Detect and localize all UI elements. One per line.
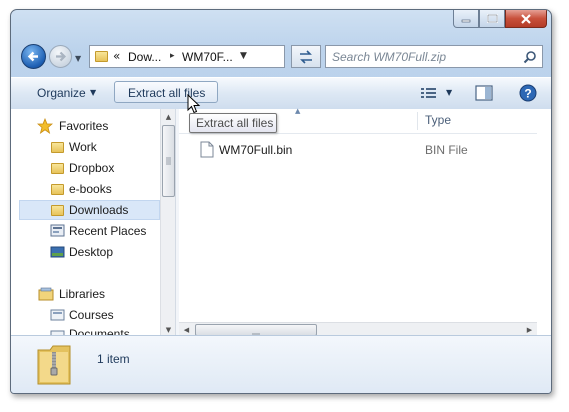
scroll-up-button[interactable]: ▲ xyxy=(161,109,176,124)
scroll-thumb[interactable] xyxy=(162,125,175,197)
navigation-bar: ▼ « Dow... ▸ WM70F... ▼ Search WM70Full.… xyxy=(11,40,551,74)
column-divider[interactable] xyxy=(417,112,418,130)
zip-folder-large-icon xyxy=(37,345,71,385)
view-dropdown-icon[interactable]: ▼ xyxy=(446,88,452,97)
breadcrumb-separator[interactable]: ▸ xyxy=(170,51,175,61)
address-overflow[interactable]: « xyxy=(113,49,120,63)
libraries-icon xyxy=(38,287,54,301)
svg-text:?: ? xyxy=(524,87,531,101)
organize-button[interactable]: Organize xyxy=(37,86,86,100)
address-history-dropdown[interactable]: ▼ xyxy=(240,51,247,61)
search-icon[interactable] xyxy=(523,50,537,64)
navigation-scrollbar[interactable]: ▲ ▼ xyxy=(160,109,176,337)
file-name[interactable]: WM70Full.bin xyxy=(219,143,292,157)
content-area: Favorites Work Dropbox e-books Downloads… xyxy=(11,107,551,338)
extract-all-files-button[interactable]: Extract all files xyxy=(114,81,218,103)
help-icon[interactable]: ? xyxy=(519,84,537,102)
file-list: ▲ Type WM70Full.bin BIN File ◀ ▶ xyxy=(179,107,551,338)
file-icon xyxy=(200,141,214,158)
nav-item-recent-places[interactable]: Recent Places xyxy=(69,224,146,238)
details-pane: 1 item xyxy=(11,335,551,393)
forward-arrow-icon xyxy=(56,51,67,62)
folder-icon xyxy=(51,142,64,153)
tooltip: Extract all files xyxy=(189,113,277,133)
favorites-header[interactable]: Favorites xyxy=(59,119,108,133)
grip-icon xyxy=(166,157,171,165)
navigation-pane: Favorites Work Dropbox e-books Downloads… xyxy=(11,109,176,337)
refresh-button[interactable] xyxy=(291,45,321,68)
search-placeholder: Search WM70Full.zip xyxy=(332,50,447,64)
preview-pane-icon[interactable] xyxy=(475,85,493,101)
folder-icon xyxy=(51,184,64,195)
item-count: 1 item xyxy=(97,352,130,366)
nav-item-downloads[interactable]: Downloads xyxy=(69,203,128,217)
maximize-icon xyxy=(486,14,498,23)
tooltip-text: Extract all files xyxy=(196,116,274,130)
minimize-button[interactable] xyxy=(453,10,479,28)
organize-dropdown-icon: ▼ xyxy=(90,88,97,97)
maximize-button[interactable] xyxy=(479,10,505,28)
nav-item-courses[interactable]: Courses xyxy=(69,308,114,322)
address-bar[interactable]: « Dow... ▸ WM70F... ▼ xyxy=(89,45,285,68)
forward-button[interactable] xyxy=(49,45,72,68)
breadcrumb-downloads[interactable]: Dow... xyxy=(128,50,161,64)
nav-item-e-books[interactable]: e-books xyxy=(69,182,112,196)
recent-places-icon xyxy=(50,224,65,237)
libraries-header[interactable]: Libraries xyxy=(59,287,105,301)
library-icon xyxy=(50,309,65,321)
close-icon xyxy=(521,13,531,24)
breadcrumb-wm70full[interactable]: WM70F... xyxy=(182,50,233,64)
view-options-icon[interactable] xyxy=(420,86,438,100)
file-type: BIN File xyxy=(425,143,468,157)
minimize-icon xyxy=(461,19,471,22)
explorer-window: ▼ « Dow... ▸ WM70F... ▼ Search WM70Full.… xyxy=(10,9,552,394)
nav-item-desktop[interactable]: Desktop xyxy=(69,245,113,259)
mouse-cursor-icon xyxy=(187,94,201,114)
search-box[interactable]: Search WM70Full.zip xyxy=(325,45,543,68)
file-list-right-gutter xyxy=(537,109,551,337)
back-button[interactable] xyxy=(21,44,46,69)
zip-folder-icon xyxy=(95,51,108,62)
nav-item-work[interactable]: Work xyxy=(69,140,97,154)
file-row[interactable]: WM70Full.bin BIN File xyxy=(191,139,521,161)
command-bar: Organize ▼ Extract all files ▼ ? xyxy=(11,77,551,110)
refresh-icon xyxy=(300,49,312,64)
sort-ascending-icon: ▲ xyxy=(295,107,301,115)
downloads-folder-icon xyxy=(51,205,64,216)
folder-icon xyxy=(51,163,64,174)
desktop-icon xyxy=(50,246,65,258)
caption-buttons xyxy=(453,10,547,28)
back-arrow-icon xyxy=(27,51,38,62)
close-button[interactable] xyxy=(505,10,547,28)
star-icon xyxy=(37,118,53,134)
recent-pages-dropdown[interactable]: ▼ xyxy=(75,54,81,63)
column-header-type[interactable]: Type xyxy=(425,113,451,127)
nav-item-dropbox[interactable]: Dropbox xyxy=(69,161,114,175)
